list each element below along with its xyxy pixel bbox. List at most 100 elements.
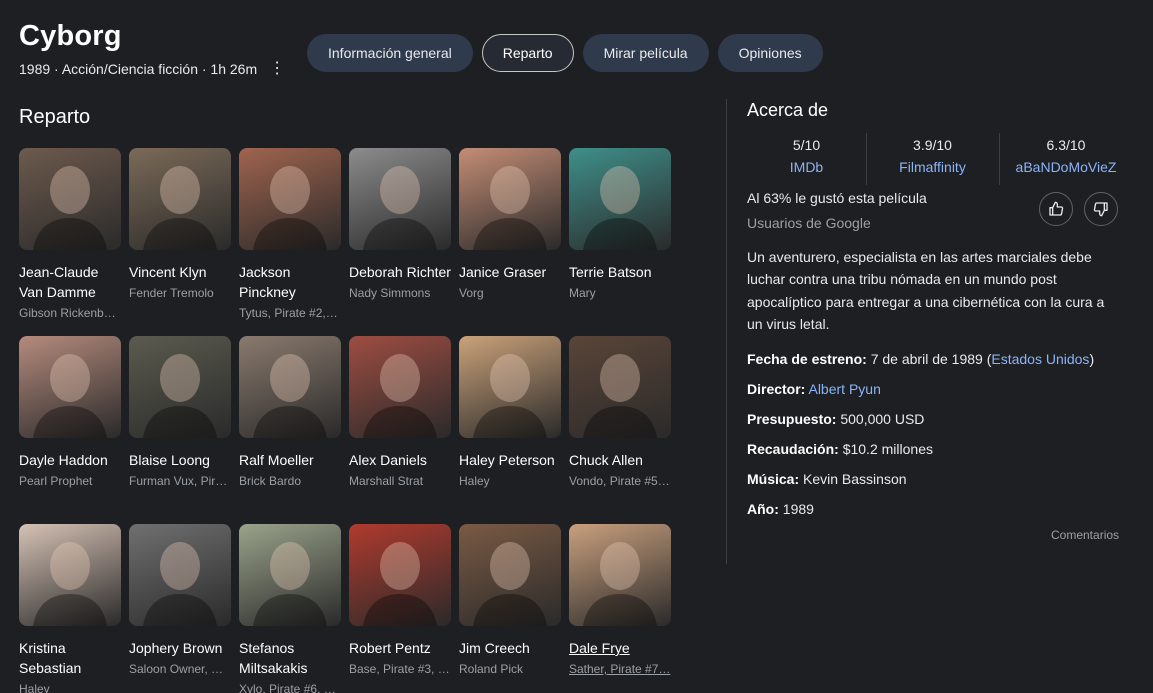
cast-role: Sather, Pirate #7… xyxy=(569,662,671,676)
fact-label: Recaudación: xyxy=(747,441,839,457)
cast-photo[interactable] xyxy=(129,336,231,438)
fact-music: Música: Kevin Bassinson xyxy=(747,469,1127,499)
more-options-icon[interactable]: ⋮ xyxy=(269,61,285,77)
thumbs-up-icon xyxy=(1049,201,1064,216)
person-silhouette-icon xyxy=(363,166,437,250)
cast-photo[interactable] xyxy=(19,336,121,438)
person-silhouette-icon xyxy=(33,166,107,250)
fact-label: Año: xyxy=(747,501,779,517)
cast-photo[interactable] xyxy=(569,336,671,438)
tab-bar: Información general Reparto Mirar pelícu… xyxy=(307,34,823,72)
cast-card[interactable]: Vincent Klyn Fender Tremolo xyxy=(129,148,231,300)
cast-role: Furman Vux, Pir… xyxy=(129,474,228,488)
comments-link[interactable]: Comentarios xyxy=(1051,528,1119,542)
cast-photo[interactable] xyxy=(129,148,231,250)
cast-name: Jophery Brown xyxy=(129,640,223,656)
cast-role: Fender Tremolo xyxy=(129,286,214,300)
person-silhouette-icon xyxy=(143,542,217,626)
rating-score: 5/10 xyxy=(792,137,821,153)
cast-role: Haley xyxy=(19,682,50,693)
rating-imdb[interactable]: 5/10 IMDb xyxy=(747,133,866,185)
cast-name: Blaise Loong xyxy=(129,452,210,468)
cast-name: Terrie Batson xyxy=(569,264,652,280)
cast-name: Jean-Claude Van Damme xyxy=(19,264,99,300)
cast-photo[interactable] xyxy=(569,148,671,250)
cast-photo[interactable] xyxy=(129,524,231,626)
person-silhouette-icon xyxy=(363,542,437,626)
cast-photo[interactable] xyxy=(239,148,341,250)
cast-photo[interactable] xyxy=(19,524,121,626)
cast-card[interactable]: Terrie Batson Mary xyxy=(569,148,671,300)
cast-photo[interactable] xyxy=(19,148,121,250)
audience-source: Usuarios de Google xyxy=(747,215,871,231)
cast-role: Base, Pirate #3, … xyxy=(349,662,450,676)
fact-release: Fecha de estreno: 7 de abril de 1989 (Es… xyxy=(747,349,1127,379)
cast-name: Vincent Klyn xyxy=(129,264,207,280)
cast-card[interactable]: Jean-Claude Van Damme Gibson Rickenb… xyxy=(19,148,121,320)
cast-photo[interactable] xyxy=(459,148,561,250)
person-silhouette-icon xyxy=(253,354,327,438)
fact-year: Año: 1989 xyxy=(747,499,1127,529)
person-silhouette-icon xyxy=(253,542,327,626)
cast-card[interactable]: Kristina Sebastian Haley xyxy=(19,524,121,693)
person-silhouette-icon xyxy=(33,354,107,438)
person-silhouette-icon xyxy=(473,542,547,626)
rating-source-link[interactable]: aBaNDoMoVieZ xyxy=(999,159,1133,175)
person-silhouette-icon xyxy=(143,354,217,438)
cast-photo[interactable] xyxy=(349,524,451,626)
page-title: Cyborg xyxy=(19,20,122,52)
release-country-link[interactable]: Estados Unidos xyxy=(991,351,1089,367)
cast-photo[interactable] xyxy=(239,524,341,626)
cast-card[interactable]: Chuck Allen Vondo, Pirate #5… xyxy=(569,336,671,488)
cast-card[interactable]: Ralf Moeller Brick Bardo xyxy=(239,336,341,488)
cast-role: Marshall Strat xyxy=(349,474,424,488)
cast-role: Gibson Rickenb… xyxy=(19,306,116,320)
cast-role: Tytus, Pirate #2,… xyxy=(239,306,338,320)
rating-filmaffinity[interactable]: 3.9/10 Filmaffinity xyxy=(866,133,999,185)
cast-name: Dale Frye xyxy=(569,640,630,656)
tab-mirar-pelicula[interactable]: Mirar película xyxy=(582,34,709,72)
director-link[interactable]: Albert Pyun xyxy=(808,381,880,397)
rating-abandomoviez[interactable]: 6.3/10 aBaNDoMoVieZ xyxy=(999,133,1133,185)
tab-reparto[interactable]: Reparto xyxy=(481,34,574,72)
cast-card[interactable]: Stefanos Miltsakakis Xylo, Pirate #6, … xyxy=(239,524,341,693)
cast-photo[interactable] xyxy=(459,336,561,438)
cast-photo[interactable] xyxy=(239,336,341,438)
fact-label: Director: xyxy=(747,381,806,397)
cast-name: Ralf Moeller xyxy=(239,452,314,468)
cast-card[interactable]: Haley Peterson Haley xyxy=(459,336,561,488)
rating-source-link[interactable]: Filmaffinity xyxy=(866,159,999,175)
tab-informacion-general[interactable]: Información general xyxy=(307,34,473,72)
cast-card[interactable]: Deborah Richter Nady Simmons xyxy=(349,148,451,300)
cast-card[interactable]: Jim Creech Roland Pick xyxy=(459,524,561,676)
movie-meta-text: 1989 · Acción/Ciencia ficción · 1h 26m xyxy=(19,61,258,77)
person-silhouette-icon xyxy=(143,166,217,250)
audience-liked: Al 63% le gustó esta película xyxy=(747,190,927,206)
fact-label: Fecha de estreno: xyxy=(747,351,867,367)
cast-card[interactable]: Alex Daniels Marshall Strat xyxy=(349,336,451,488)
cast-photo[interactable] xyxy=(569,524,671,626)
rating-source-link[interactable]: IMDb xyxy=(747,159,866,175)
cast-role: Vorg xyxy=(459,286,484,300)
cast-role: Brick Bardo xyxy=(239,474,302,488)
fact-paren: ) xyxy=(1089,351,1095,367)
person-silhouette-icon xyxy=(473,166,547,250)
cast-name: Janice Graser xyxy=(459,264,547,280)
cast-card[interactable]: Blaise Loong Furman Vux, Pir… xyxy=(129,336,231,488)
thumbs-up-button[interactable] xyxy=(1039,192,1073,226)
cast-name: Jim Creech xyxy=(459,640,530,656)
cast-card[interactable]: Jackson Pinckney Tytus, Pirate #2,… xyxy=(239,148,341,320)
cast-card[interactable]: Robert Pentz Base, Pirate #3, … xyxy=(349,524,451,676)
person-silhouette-icon xyxy=(473,354,547,438)
movie-description: Un aventurero, especialista en las artes… xyxy=(747,249,1105,332)
thumbs-down-button[interactable] xyxy=(1084,192,1118,226)
cast-card[interactable]: Dale Frye Sather, Pirate #7… xyxy=(569,524,671,676)
cast-card[interactable]: Dayle Haddon Pearl Prophet xyxy=(19,336,121,488)
cast-photo[interactable] xyxy=(349,336,451,438)
cast-photo[interactable] xyxy=(459,524,561,626)
fact-label: Música: xyxy=(747,471,800,487)
cast-photo[interactable] xyxy=(349,148,451,250)
cast-card[interactable]: Jophery Brown Saloon Owner, … xyxy=(129,524,231,676)
tab-opiniones[interactable]: Opiniones xyxy=(717,34,823,72)
cast-card[interactable]: Janice Graser Vorg xyxy=(459,148,561,300)
